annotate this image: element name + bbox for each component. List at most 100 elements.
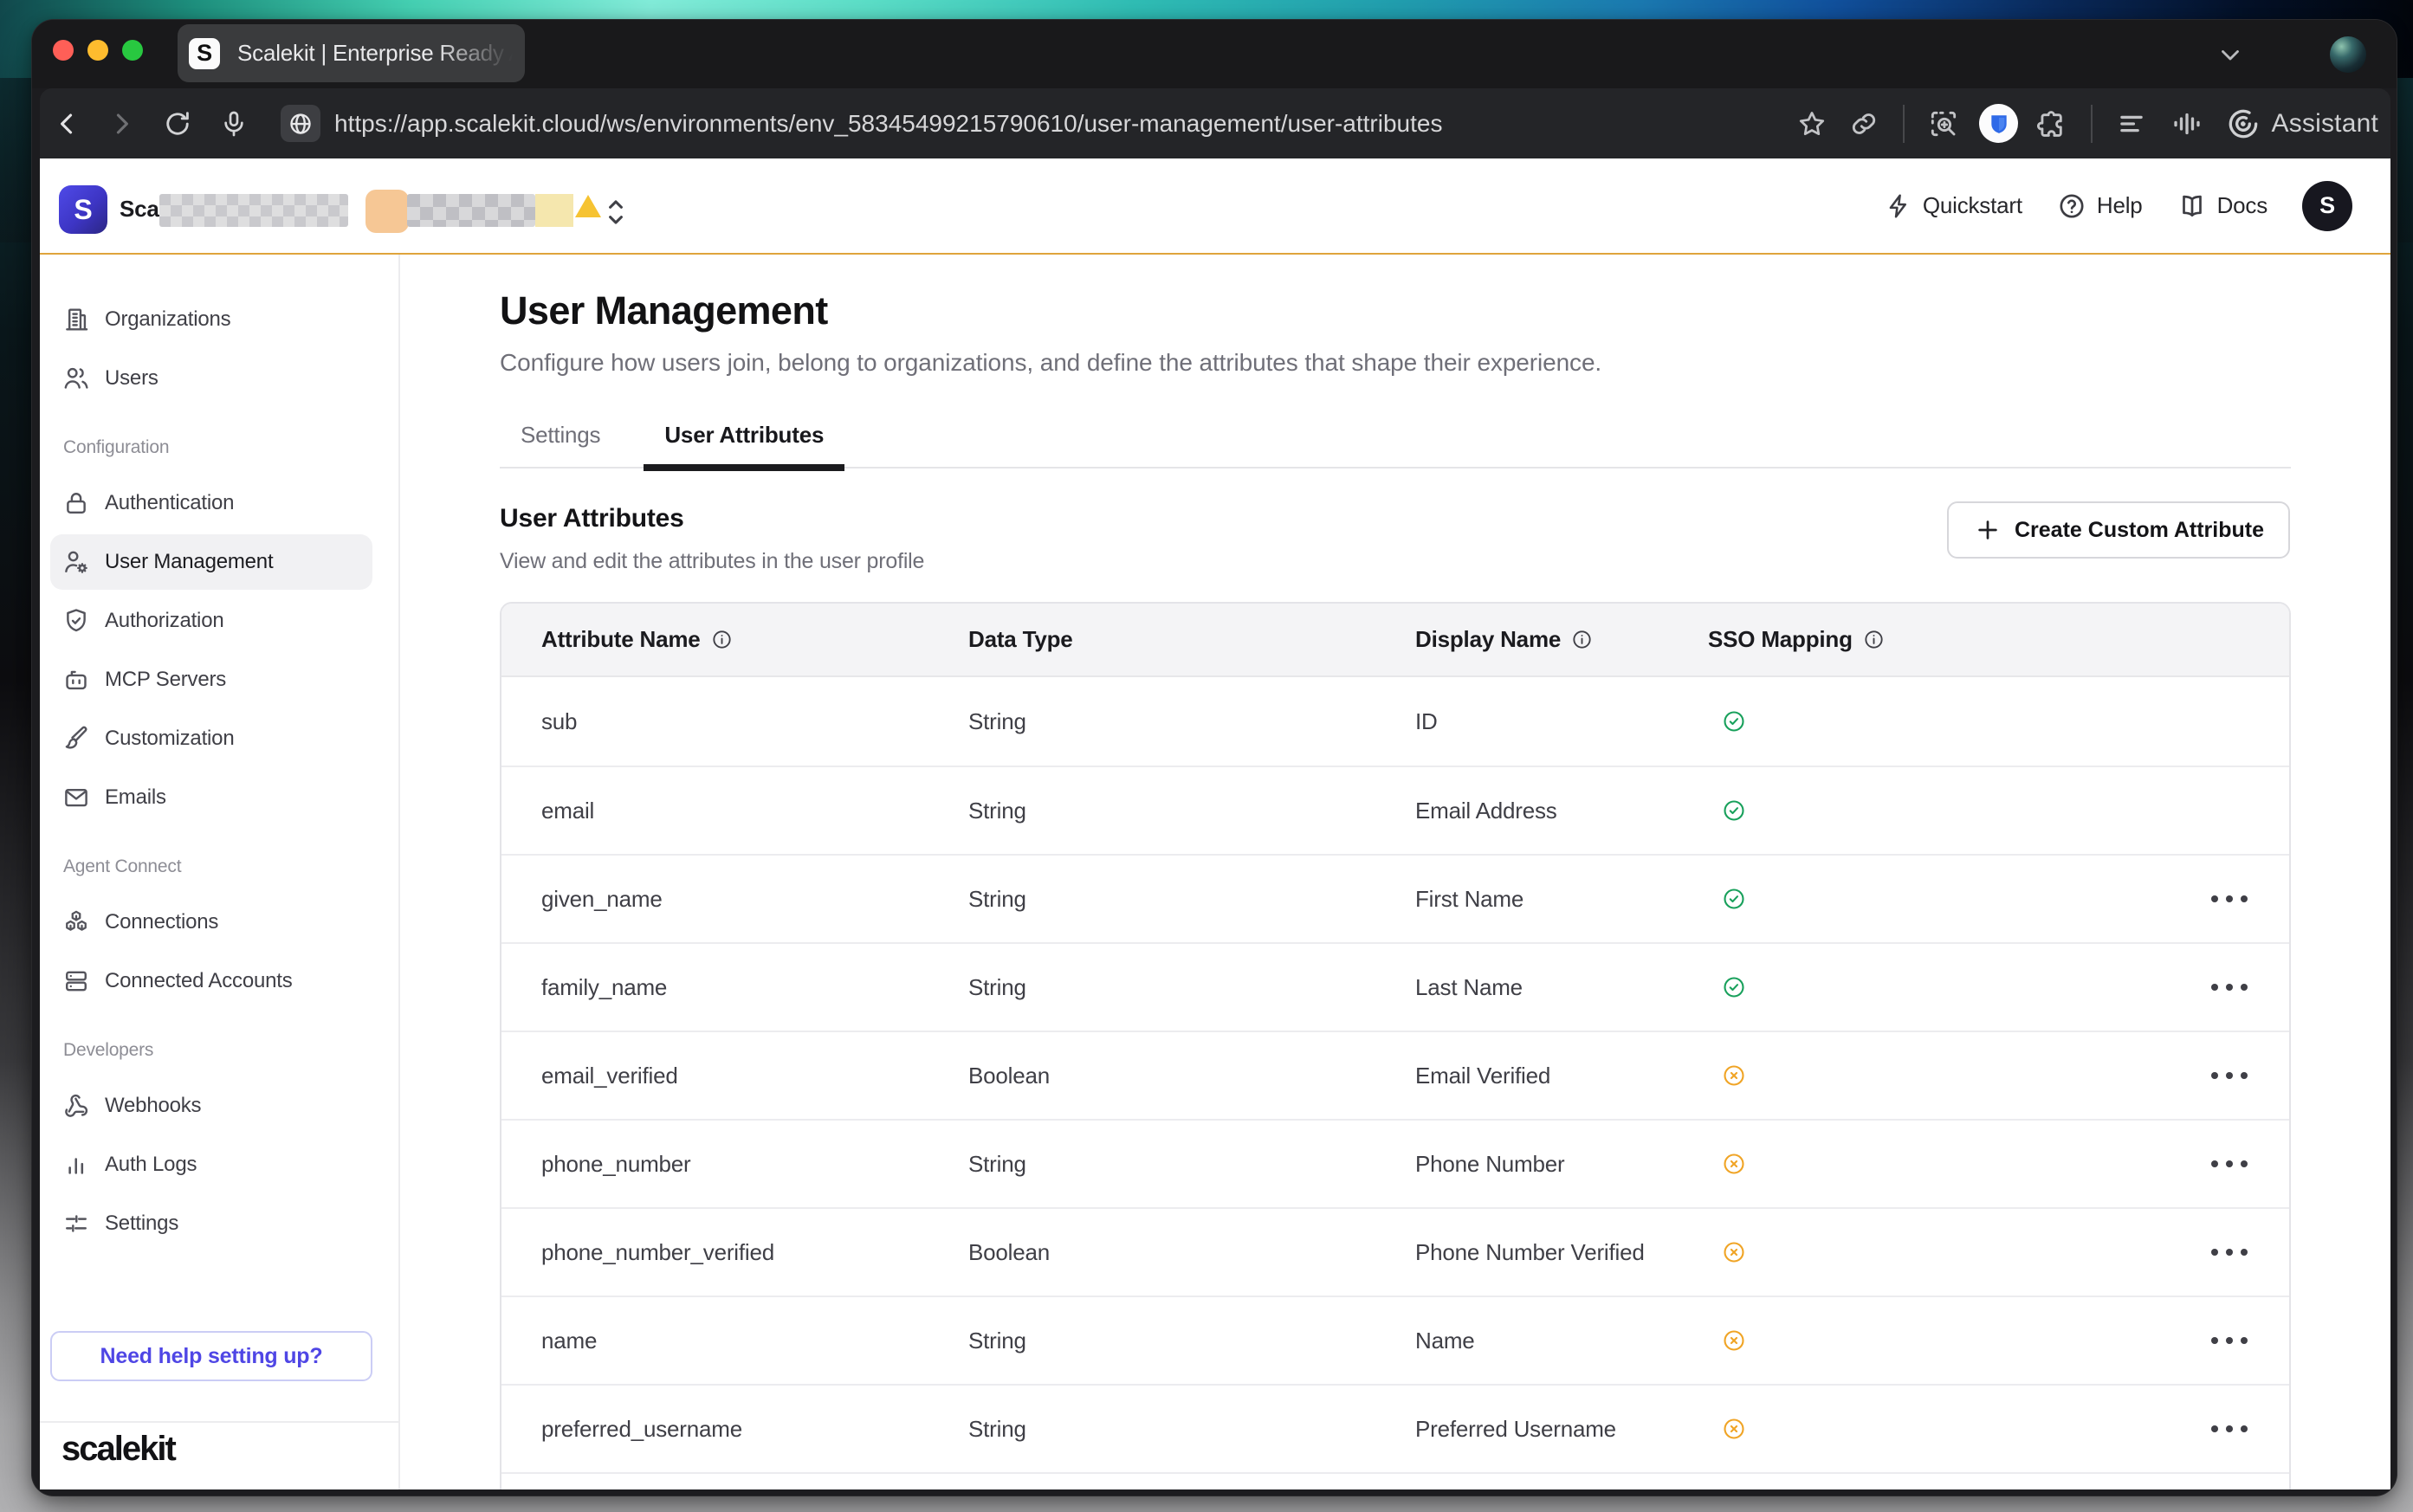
cell-display-name: Email Address: [1415, 798, 1708, 824]
bitwarden-extension-icon[interactable]: [1979, 104, 2018, 143]
site-info-globe-icon[interactable]: [281, 105, 320, 142]
page-title: User Management: [500, 286, 828, 336]
col-header-sso-mapping: SSO Mapping: [1708, 626, 2180, 653]
table-row: preferred_username String Preferred User…: [501, 1384, 2289, 1472]
screenshot-search-icon[interactable]: [1927, 107, 1960, 140]
browser-profile-avatar[interactable]: [2330, 36, 2366, 73]
bot-icon: [61, 665, 91, 695]
cell-data-type: String: [968, 708, 1415, 735]
info-icon: [1863, 629, 1885, 650]
cell-display-name: Preferred Username: [1415, 1416, 1708, 1443]
reload-icon[interactable]: [160, 107, 195, 141]
section-subheading: View and edit the attributes in the user…: [500, 549, 924, 574]
need-help-button[interactable]: Need help setting up?: [50, 1331, 372, 1381]
cell-row-menu: [2180, 977, 2249, 998]
sidebar: Organizations Users Configuration: [40, 255, 400, 1489]
sidebar-item-mcp-servers[interactable]: MCP Servers: [50, 652, 372, 708]
cell-attribute-name: name: [541, 1328, 968, 1354]
forward-icon[interactable]: [104, 107, 139, 141]
main-content: User Management Configure how users join…: [400, 255, 2390, 1489]
redacted-environment-name: [407, 194, 535, 227]
row-menu-button[interactable]: [2209, 1330, 2249, 1351]
sidebar-item-webhooks[interactable]: Webhooks: [50, 1078, 372, 1134]
cell-sso-mapping: [1708, 1240, 2180, 1264]
cell-attribute-name: phone_number_verified: [541, 1239, 968, 1266]
table-row-partial: [501, 1472, 2289, 1489]
toolbar-separator: [2091, 105, 2093, 143]
cell-sso-mapping: [1708, 798, 2180, 823]
row-menu-button[interactable]: [2209, 1153, 2249, 1174]
window-close-button[interactable]: [53, 40, 74, 61]
users-icon: [61, 364, 91, 393]
sidebar-item-auth-logs[interactable]: Auth Logs: [50, 1137, 372, 1192]
row-menu-button[interactable]: [2209, 1242, 2249, 1263]
cell-data-type: Boolean: [968, 1239, 1415, 1266]
window-maximize-button[interactable]: [122, 40, 143, 61]
assistant-label: Assistant: [2271, 109, 2378, 139]
help-button[interactable]: Help: [2057, 191, 2143, 221]
address-bar-url[interactable]: https://app.scalekit.cloud/ws/environmen…: [334, 110, 1442, 138]
row-menu-button[interactable]: [2209, 1418, 2249, 1439]
sso-unmapped-x-icon: [1722, 1328, 1746, 1353]
bookmark-star-icon[interactable]: [1795, 107, 1828, 140]
info-icon: [711, 629, 733, 650]
quickstart-button[interactable]: Quickstart: [1885, 192, 2022, 220]
workspace-logo: S: [59, 185, 107, 234]
app-header: S Sca Quickstart Help: [40, 158, 2390, 253]
microphone-icon[interactable]: [217, 107, 251, 141]
sidebar-item-connections[interactable]: Connections: [50, 895, 372, 950]
server-stack-icon: [61, 966, 91, 996]
row-menu-button[interactable]: [2209, 888, 2249, 909]
cell-display-name: Phone Number: [1415, 1151, 1708, 1178]
sidebar-item-connected-accounts[interactable]: Connected Accounts: [50, 953, 372, 1009]
sidebar-item-customization[interactable]: Customization: [50, 711, 372, 766]
sidebar-item-users[interactable]: Users: [50, 351, 372, 406]
cell-attribute-name: given_name: [541, 886, 968, 913]
cell-display-name: ID: [1415, 708, 1708, 735]
table-row: phone_number String Phone Number: [501, 1119, 2289, 1207]
cell-sso-mapping: [1708, 975, 2180, 999]
sidebar-item-authentication[interactable]: Authentication: [50, 475, 372, 531]
redacted-workspace-name: [159, 194, 348, 227]
sidebar-item-emails[interactable]: Emails: [50, 770, 372, 825]
back-icon[interactable]: [50, 107, 85, 141]
row-menu-button[interactable]: [2209, 977, 2249, 998]
voice-wave-icon[interactable]: [2170, 107, 2203, 140]
sidebar-item-settings[interactable]: Settings: [50, 1196, 372, 1251]
row-menu-button[interactable]: [2209, 1065, 2249, 1086]
col-header-attribute-name: Attribute Name: [541, 626, 968, 653]
cell-data-type: String: [968, 974, 1415, 1001]
info-icon: [1571, 629, 1593, 650]
tab-bar: Settings User Attributes: [500, 403, 2291, 468]
organizations-icon: [61, 305, 91, 334]
table-row: family_name String Last Name: [501, 942, 2289, 1031]
assistant-button[interactable]: Assistant: [2226, 107, 2378, 141]
cell-data-type: String: [968, 1328, 1415, 1354]
sso-unmapped-x-icon: [1722, 1063, 1746, 1088]
sidebar-item-authorization[interactable]: Authorization: [50, 593, 372, 649]
workspace-switcher-chevrons-icon[interactable]: [601, 193, 631, 231]
window-minimize-button[interactable]: [87, 40, 108, 61]
copy-link-icon[interactable]: [1847, 107, 1880, 140]
sidebar-item-organizations[interactable]: Organizations: [50, 292, 372, 347]
user-avatar[interactable]: S: [2302, 181, 2352, 231]
reader-lines-icon[interactable]: [2115, 107, 2148, 140]
table-row: given_name String First Name: [501, 854, 2289, 942]
tab-user-attributes[interactable]: User Attributes: [644, 403, 844, 467]
sidebar-group-configuration: Configuration: [63, 436, 398, 460]
tab-list-chevron-down-icon[interactable]: [2216, 40, 2245, 69]
browser-tab[interactable]: S Scalekit | Enterprise Ready A: [178, 24, 525, 82]
sidebar-item-user-management[interactable]: User Management: [50, 534, 372, 590]
docs-button[interactable]: Docs: [2177, 191, 2267, 221]
tab-settings[interactable]: Settings: [500, 403, 621, 467]
cell-data-type: String: [968, 1151, 1415, 1178]
browser-titlebar: S Scalekit | Enterprise Ready A: [32, 20, 2397, 88]
book-open-icon: [2177, 191, 2207, 221]
create-custom-attribute-button[interactable]: Create Custom Attribute: [1947, 501, 2290, 559]
cell-attribute-name: family_name: [541, 974, 968, 1001]
lock-icon: [61, 488, 91, 518]
desktop: S Scalekit | Enterprise Ready A: [0, 0, 2413, 1512]
extensions-puzzle-icon[interactable]: [2035, 107, 2068, 140]
cell-row-menu: [2180, 1153, 2249, 1174]
cell-row-menu: [2180, 888, 2249, 909]
